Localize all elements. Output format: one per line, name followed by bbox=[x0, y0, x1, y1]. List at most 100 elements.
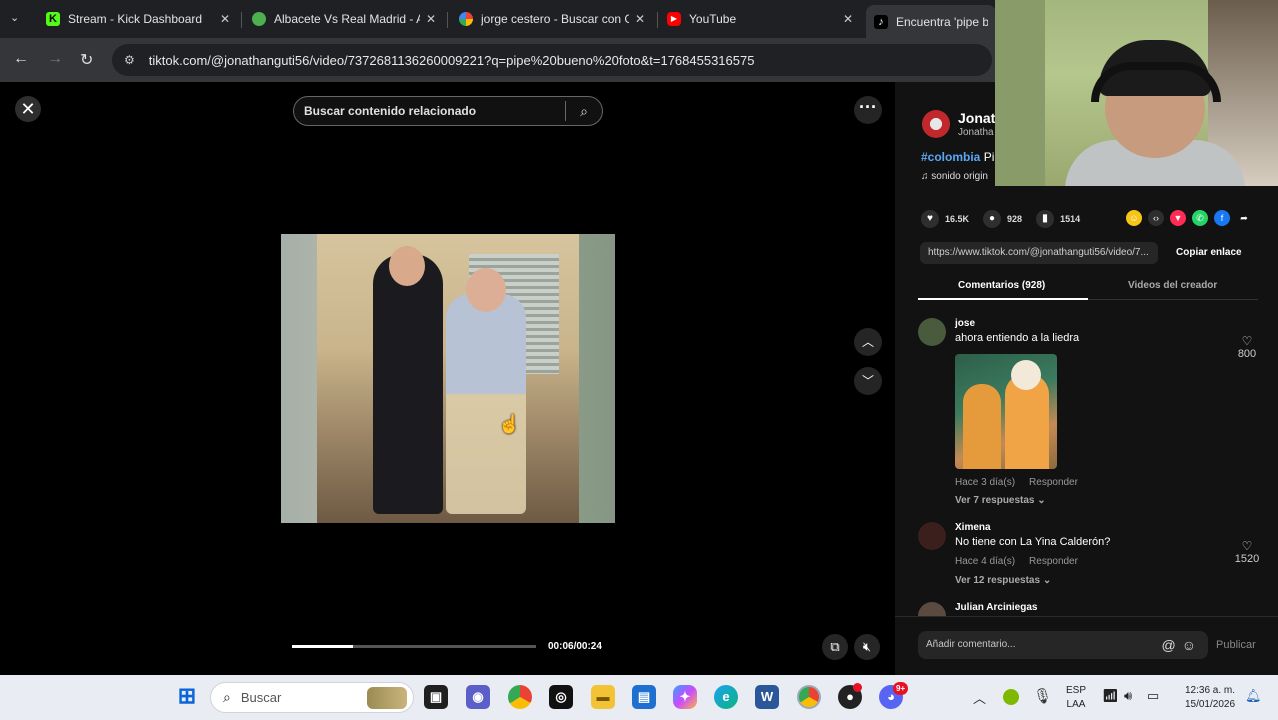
view-replies-button[interactable]: Ver 7 respuestas ⌄ bbox=[955, 495, 1046, 506]
comment-username[interactable]: Julian Arciniegas bbox=[955, 602, 1037, 613]
comment-like[interactable]: ♡ 1520 bbox=[1234, 539, 1260, 565]
close-tab-icon[interactable]: ✕ bbox=[426, 12, 436, 26]
next-video-icon[interactable]: ﹀ bbox=[854, 367, 882, 395]
stats-row: ♥ 16.5K ● 928 ▮ 1514 bbox=[921, 210, 1094, 228]
comment-username[interactable]: jose bbox=[955, 318, 975, 329]
copy-link-button[interactable]: Copiar enlace bbox=[1176, 247, 1242, 258]
comment-count: 928 bbox=[1007, 214, 1023, 224]
previous-video-icon[interactable]: ︿ bbox=[854, 328, 882, 356]
tab-albacete[interactable]: Albacete Vs Real Madrid - Al ✕ bbox=[244, 5, 444, 33]
bookmark-icon[interactable]: ▮ bbox=[1036, 210, 1055, 228]
windows-start-icon[interactable]: ⊞ bbox=[175, 685, 199, 709]
sound-link[interactable]: ♫ sonido origin bbox=[921, 171, 988, 182]
microphone-icon[interactable]: 🎙︎ bbox=[1033, 687, 1052, 705]
chrome-active-icon[interactable] bbox=[797, 685, 821, 709]
mention-icon[interactable]: @ bbox=[1161, 637, 1181, 653]
comment-time: Hace 4 día(s) bbox=[955, 556, 1016, 567]
copilot-icon[interactable]: ✦ bbox=[673, 685, 697, 709]
word-icon[interactable]: W bbox=[755, 685, 779, 709]
comment-icon[interactable]: ● bbox=[983, 210, 1002, 228]
emoji-icon[interactable]: ☺ bbox=[1182, 637, 1202, 653]
discord-badge: 9+ bbox=[893, 682, 909, 695]
share-link-field[interactable]: https://www.tiktok.com/@jonathanguti56/v… bbox=[920, 242, 1158, 264]
chrome-icon[interactable] bbox=[508, 685, 532, 709]
coin-icon[interactable]: ☺ bbox=[1126, 210, 1142, 226]
author-username: Jonatha bbox=[958, 127, 994, 138]
volume-icon[interactable]: 🔊︎ bbox=[1124, 688, 1132, 704]
comment-text: No tiene con La Yina Calderón? bbox=[955, 536, 1111, 548]
battery-icon[interactable]: ▭ bbox=[1147, 688, 1159, 704]
search-placeholder: Buscar contenido relacionado bbox=[304, 104, 477, 118]
heart-icon[interactable]: ♡ bbox=[1234, 539, 1260, 553]
back-icon[interactable]: ← bbox=[13, 50, 29, 68]
url-bar[interactable]: ⚙ tiktok.com/@jonathanguti56/video/73726… bbox=[112, 44, 992, 76]
add-comment-input[interactable]: Añadir comentario... @☺ bbox=[918, 631, 1208, 659]
view-replies-button[interactable]: Ver 12 respuestas ⌄ bbox=[955, 575, 1051, 586]
close-tab-icon[interactable]: ✕ bbox=[220, 12, 230, 26]
avatar[interactable] bbox=[922, 110, 950, 138]
avatar[interactable] bbox=[918, 522, 946, 550]
whatsapp-icon[interactable]: ✆ bbox=[1192, 210, 1208, 226]
task-view-icon[interactable]: ▣ bbox=[424, 685, 448, 709]
tiktok-icon: ♪ bbox=[874, 14, 888, 29]
video-description: #colombia Pip bbox=[921, 150, 1001, 164]
search-icon: ⌕ bbox=[223, 689, 231, 705]
tab-kick-dashboard[interactable]: K Stream - Kick Dashboard ✕ bbox=[38, 5, 238, 33]
close-tab-icon[interactable]: ✕ bbox=[635, 12, 645, 26]
facebook-icon[interactable]: f bbox=[1214, 210, 1230, 226]
mute-icon[interactable]: 🔇︎ bbox=[854, 634, 880, 660]
close-icon[interactable]: ✕ bbox=[15, 96, 41, 122]
clock[interactable]: 12:36 a. m. 15/01/2026 bbox=[1176, 675, 1244, 720]
save-count: 1514 bbox=[1060, 214, 1081, 224]
search-highlight-icon bbox=[367, 686, 407, 709]
store-icon[interactable]: ▤ bbox=[632, 685, 656, 709]
heart-icon[interactable]: ♡ bbox=[1234, 334, 1260, 348]
comment-username[interactable]: Ximena bbox=[955, 522, 991, 533]
notification-dot bbox=[853, 683, 862, 692]
reply-button[interactable]: Responder bbox=[1029, 556, 1078, 567]
forward-icon[interactable]: → bbox=[47, 50, 63, 68]
comment-time: Hace 3 día(s) bbox=[955, 477, 1016, 488]
taskbar-search[interactable]: ⌕ Buscar bbox=[210, 682, 414, 713]
publish-button[interactable]: Publicar bbox=[1216, 639, 1256, 651]
video-time: 00:06/00:24 bbox=[548, 641, 602, 652]
avatar[interactable] bbox=[918, 318, 946, 346]
tab-search-chevron-icon[interactable]: ⌄ bbox=[10, 11, 19, 24]
save-stat[interactable]: ▮ 1514 bbox=[1036, 210, 1080, 228]
hashtag-link[interactable]: #colombia bbox=[921, 150, 980, 164]
windows-taskbar: ⊞ ⌕ Buscar ▣ ◉ ◎ ▬ ▤ ✦ e W ● ◕ 9+ ︿ 🎙︎ E… bbox=[0, 675, 1278, 720]
tab-youtube[interactable]: ▶ YouTube ✕ bbox=[659, 5, 861, 33]
teams-icon[interactable]: ◉ bbox=[466, 685, 490, 709]
language-indicator[interactable]: ESP LAA bbox=[1062, 675, 1090, 720]
like-stat[interactable]: ♥ 16.5K bbox=[921, 210, 969, 228]
reload-icon[interactable]: ↻ bbox=[80, 50, 93, 70]
file-explorer-icon[interactable]: ▬ bbox=[591, 685, 615, 709]
tab-tiktok[interactable]: ♪ Encuentra 'pipe bue bbox=[866, 5, 996, 38]
related-search-input[interactable]: Buscar contenido relacionado ⌕ bbox=[293, 96, 603, 126]
like-count: 16.5K bbox=[945, 214, 970, 224]
more-options-icon[interactable]: ··· bbox=[854, 96, 882, 124]
edge-icon[interactable]: e bbox=[714, 685, 738, 709]
reply-button[interactable]: Responder bbox=[1029, 477, 1078, 488]
tab-title: Stream - Kick Dashboard bbox=[68, 12, 203, 26]
close-tab-icon[interactable]: ✕ bbox=[843, 12, 853, 26]
wifi-icon[interactable]: 📶︎ bbox=[1102, 688, 1119, 704]
share-arrow-icon[interactable]: ➦ bbox=[1236, 210, 1252, 226]
tray-app-icon[interactable] bbox=[1003, 689, 1019, 705]
notifications-bell-icon[interactable]: 🔔︎ bbox=[1245, 688, 1262, 704]
site-settings-icon[interactable]: ⚙ bbox=[124, 53, 135, 67]
send-icon[interactable]: ▼ bbox=[1170, 210, 1186, 226]
show-hidden-icons[interactable]: ︿ bbox=[973, 688, 986, 707]
tab-creator-videos[interactable]: Videos del creador bbox=[1128, 280, 1217, 291]
tab-google-search[interactable]: jorge cestero - Buscar con G ✕ bbox=[451, 5, 653, 33]
comment-stat[interactable]: ● 928 bbox=[983, 210, 1022, 228]
embed-icon[interactable]: ‹› bbox=[1148, 210, 1164, 226]
heart-icon[interactable]: ♥ bbox=[921, 210, 939, 228]
obs-icon[interactable]: ◎ bbox=[549, 685, 573, 709]
comment-like[interactable]: ♡ 800 bbox=[1234, 334, 1260, 360]
floating-player-icon[interactable]: ⧉ bbox=[822, 634, 848, 660]
video-progress-bar[interactable] bbox=[292, 645, 536, 648]
tab-comments[interactable]: Comentarios (928) bbox=[958, 280, 1045, 291]
search-icon[interactable]: ⌕ bbox=[566, 103, 602, 120]
avatar[interactable] bbox=[918, 602, 946, 616]
